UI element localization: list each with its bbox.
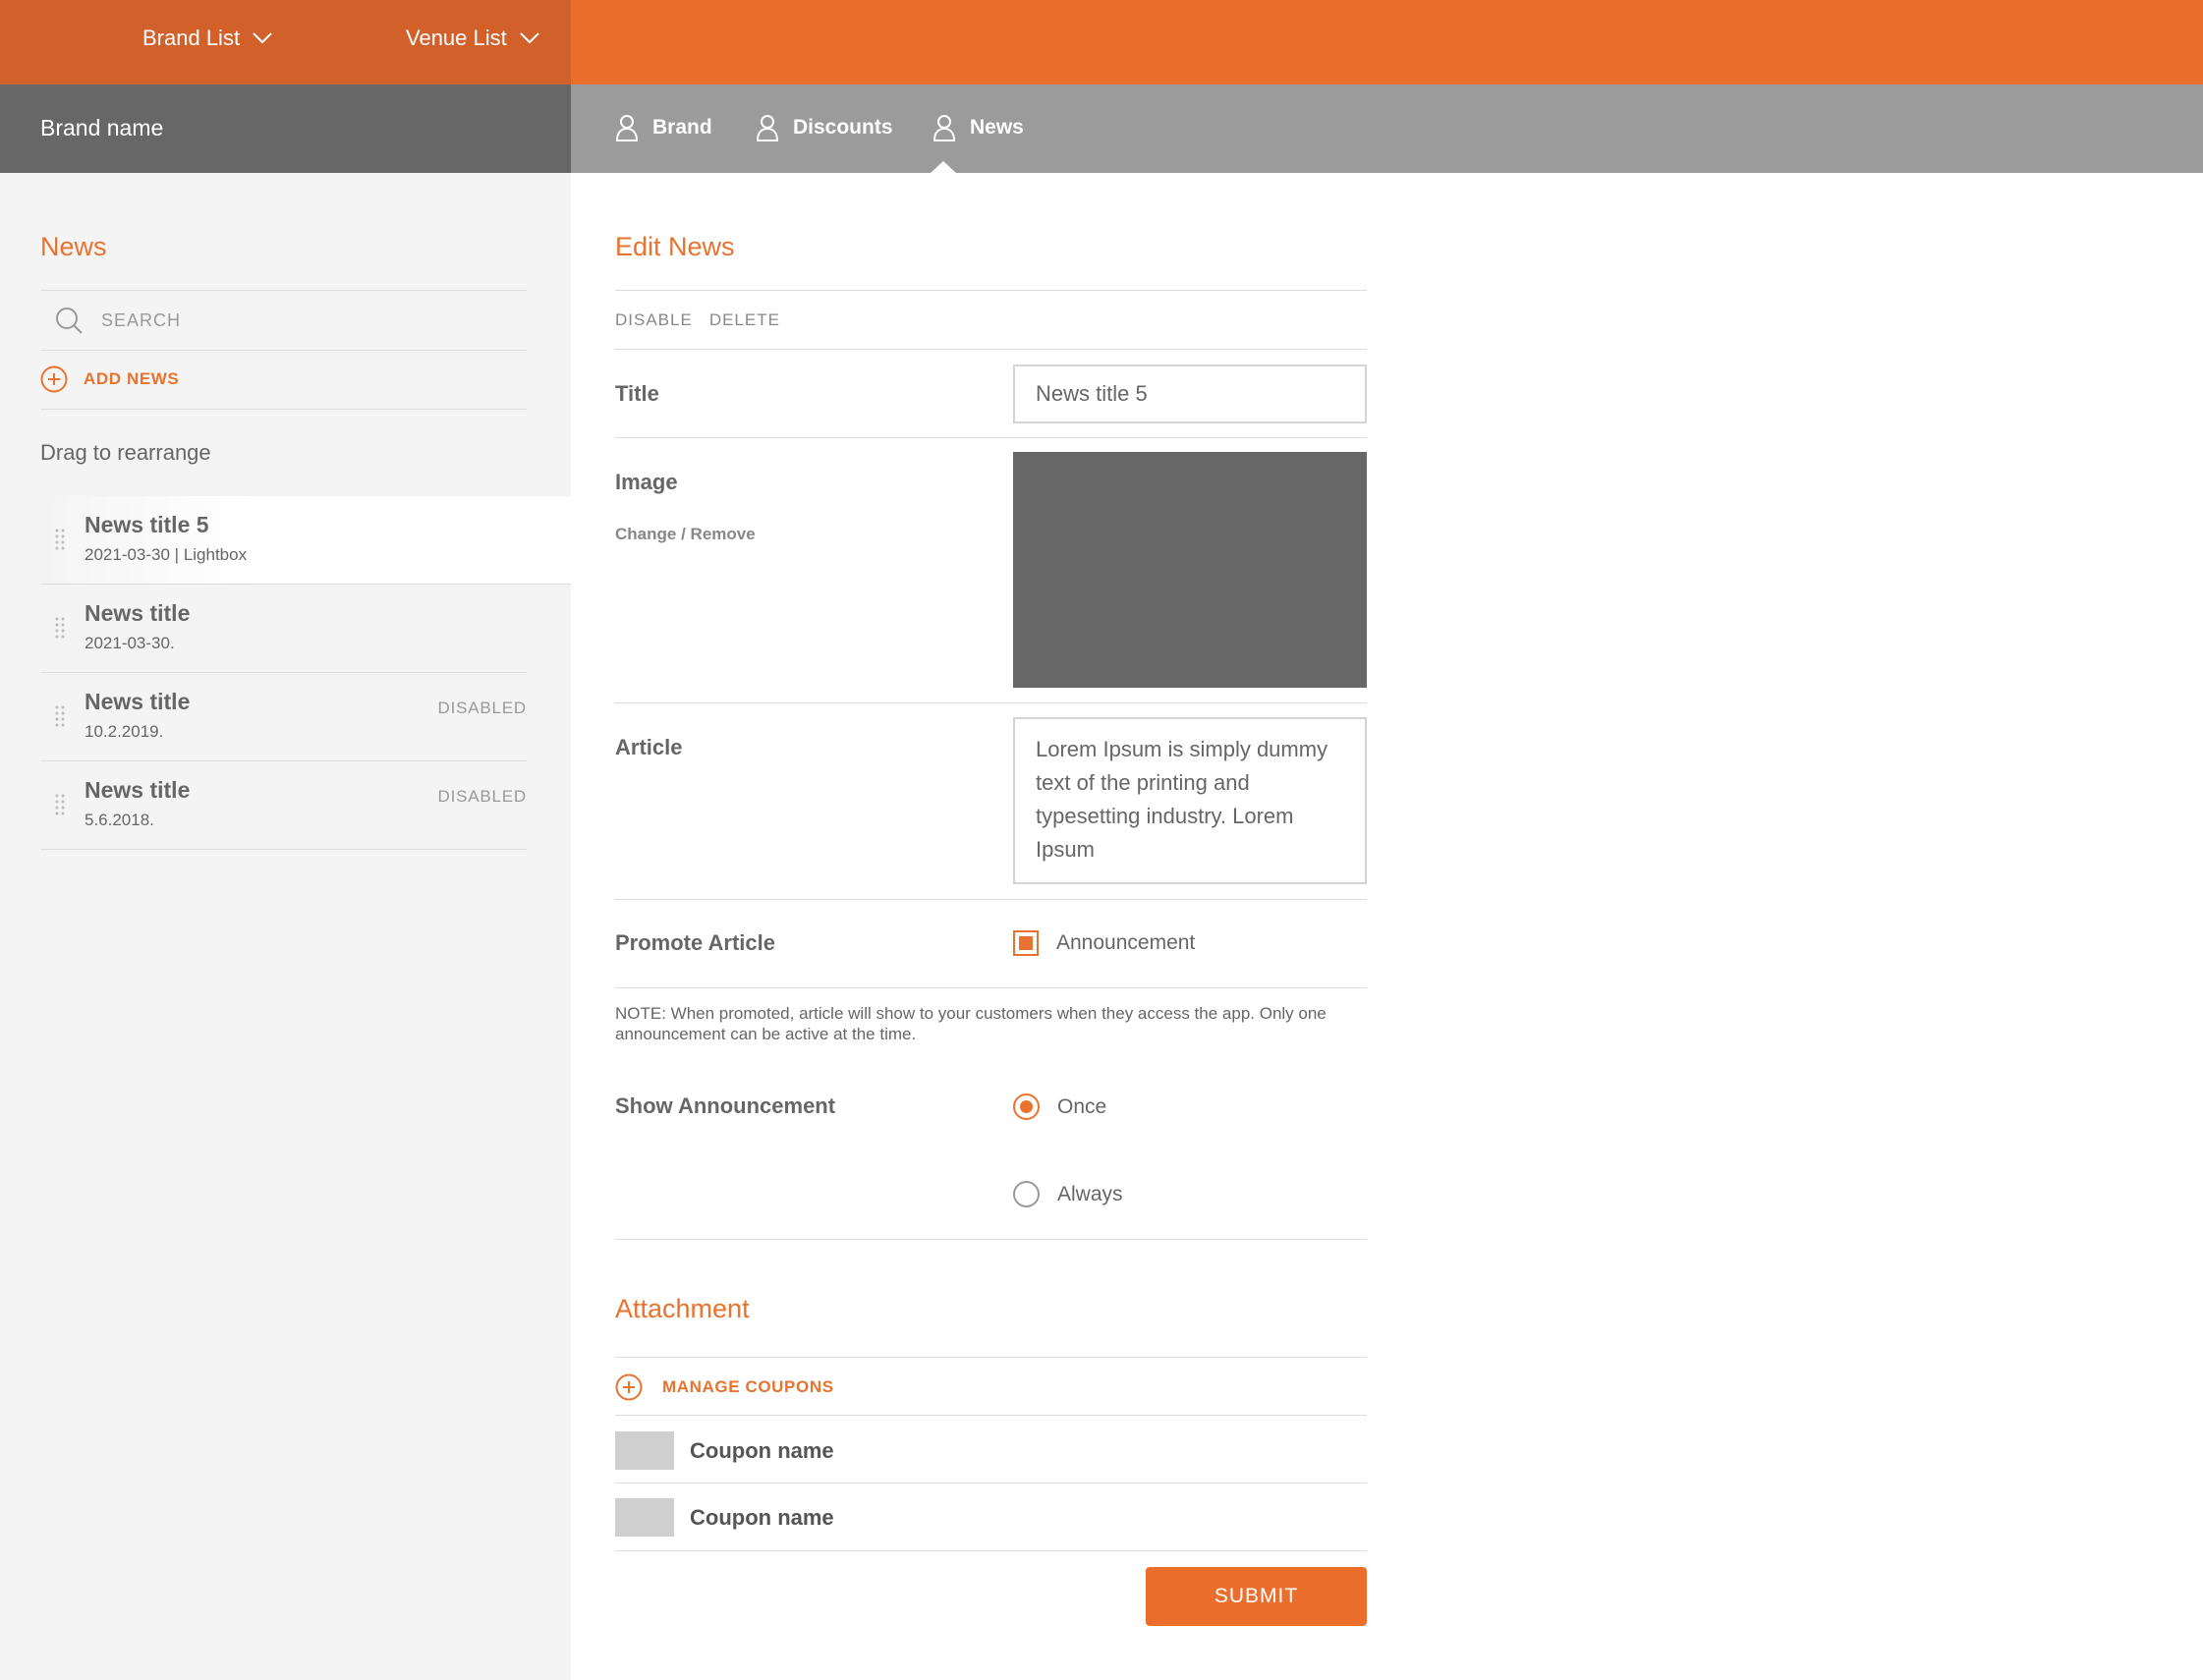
sidebar-title: News	[40, 232, 107, 261]
list-item[interactable]: News title 5 2021-03-30 | Lightbox	[40, 496, 571, 585]
article-label: Article	[615, 735, 683, 759]
drag-handle-icon[interactable]	[55, 617, 65, 639]
remove-image-link[interactable]: Remove	[691, 525, 756, 543]
divider	[615, 1483, 1367, 1484]
news-item-title: News title	[85, 689, 191, 714]
divider	[615, 899, 1367, 900]
add-news-label: ADD NEWS	[84, 369, 180, 388]
news-actions: DISABLE DELETE	[615, 310, 780, 330]
divider	[615, 1550, 1367, 1551]
venue-list-label: Venue List	[406, 26, 507, 50]
divider	[615, 349, 1367, 350]
article-textarea[interactable]: Lorem Ipsum is simply dummy text of the …	[1013, 717, 1367, 884]
radio-once[interactable]	[1013, 1093, 1040, 1120]
news-item-title: News title 5	[85, 512, 209, 537]
divider	[615, 702, 1367, 703]
list-item[interactable]: News title 2021-03-30.	[40, 585, 527, 673]
news-item-meta: 5.6.2018.	[85, 811, 154, 829]
title-label: Title	[615, 381, 659, 406]
show-announcement-label: Show Announcement	[615, 1093, 836, 1118]
coupon-row[interactable]: Coupon name	[615, 1431, 834, 1470]
coupon-thumbnail	[615, 1498, 674, 1537]
brand-list-dropdown[interactable]: Brand List	[142, 26, 273, 51]
coupon-row[interactable]: Coupon name	[615, 1498, 834, 1537]
tab-brand[interactable]: Brand	[615, 114, 712, 141]
divider	[40, 350, 527, 351]
promote-article-label: Promote Article	[615, 930, 776, 955]
drag-handle-icon[interactable]	[55, 705, 65, 727]
news-item-status: DISABLED	[437, 699, 527, 717]
list-item[interactable]: News title 5.6.2018. DISABLED	[40, 761, 527, 850]
divider	[615, 437, 1367, 438]
news-list: News title 5 2021-03-30 | Lightbox News …	[40, 496, 571, 850]
search-input[interactable]	[101, 309, 494, 331]
submit-button[interactable]: SUBMIT	[1146, 1567, 1367, 1626]
list-item[interactable]: News title 10.2.2019. DISABLED	[40, 673, 527, 761]
news-item-meta: 2021-03-30.	[85, 634, 175, 652]
add-news-button[interactable]: ADD NEWS	[40, 365, 179, 393]
manage-coupons-button[interactable]: MANAGE COUPONS	[615, 1373, 834, 1401]
promotion-note: NOTE: When promoted, article will show t…	[615, 1004, 1327, 1043]
show-always-option: Always	[1013, 1181, 1123, 1207]
search-icon	[56, 308, 83, 334]
news-item-title: News title	[85, 600, 191, 626]
disable-button[interactable]: DISABLE	[615, 310, 693, 330]
chevron-down-icon	[520, 32, 539, 44]
drag-handle-icon[interactable]	[55, 794, 65, 815]
page-title: Edit News	[615, 232, 735, 261]
drag-handle-icon[interactable]	[55, 529, 65, 550]
divider	[615, 987, 1367, 988]
user-icon	[615, 115, 639, 141]
divider	[615, 290, 1367, 291]
user-icon	[932, 115, 956, 141]
venue-list-dropdown[interactable]: Venue List	[406, 26, 540, 51]
separator: /	[681, 525, 686, 543]
divider	[615, 1239, 1367, 1240]
radio-once-label: Once	[1057, 1094, 1107, 1118]
announcement-checkbox[interactable]	[1013, 930, 1039, 956]
news-item-meta: 2021-03-30 | Lightbox	[85, 545, 248, 564]
announcement-option: Announcement	[1013, 930, 1195, 956]
divider	[615, 1357, 1367, 1358]
search-box	[40, 291, 527, 350]
news-item-title: News title	[85, 777, 191, 803]
tab-news[interactable]: News	[932, 114, 1024, 141]
active-tab-indicator	[931, 161, 956, 173]
manage-coupons-label: MANAGE COUPONS	[662, 1377, 834, 1396]
title-input[interactable]	[1013, 364, 1367, 423]
announcement-label: Announcement	[1056, 931, 1196, 954]
tab-discounts[interactable]: Discounts	[756, 114, 893, 141]
drag-hint: Drag to rearrange	[40, 440, 211, 465]
brand-name: Brand name	[40, 115, 164, 140]
radio-always-label: Always	[1057, 1182, 1123, 1205]
plus-circle-icon	[615, 1373, 643, 1401]
news-sidebar: News ADD NEWS Drag to rearrange News tit…	[0, 173, 571, 1680]
divider	[40, 409, 527, 410]
news-image-preview[interactable]	[1013, 452, 1367, 688]
user-icon	[756, 115, 779, 141]
top-bar-left: Brand List Venue List	[0, 0, 571, 84]
coupon-name: Coupon name	[690, 1437, 834, 1463]
tab-news-label: News	[970, 116, 1024, 139]
tab-brand-label: Brand	[652, 116, 712, 139]
chevron-down-icon	[253, 32, 272, 44]
news-item-status: DISABLED	[437, 787, 527, 806]
section-nav: Brand Discounts News	[571, 84, 2203, 173]
brand-list-label: Brand List	[142, 26, 241, 50]
show-once-option: Once	[1013, 1093, 1106, 1120]
attachment-title: Attachment	[615, 1294, 750, 1323]
brand-name-bar: Brand name	[0, 84, 571, 173]
top-bar: Brand List Venue List	[0, 0, 2203, 84]
delete-button[interactable]: DELETE	[709, 310, 780, 330]
plus-circle-icon	[40, 365, 68, 393]
coupon-thumbnail	[615, 1431, 674, 1470]
tab-discounts-label: Discounts	[793, 116, 893, 139]
news-item-meta: 10.2.2019.	[85, 722, 164, 741]
image-label: Image	[615, 470, 678, 494]
image-actions: Change / Remove	[615, 525, 756, 544]
radio-always[interactable]	[1013, 1181, 1040, 1207]
coupon-name: Coupon name	[690, 1504, 834, 1530]
divider	[615, 1415, 1367, 1416]
change-image-link[interactable]: Change	[615, 525, 676, 543]
